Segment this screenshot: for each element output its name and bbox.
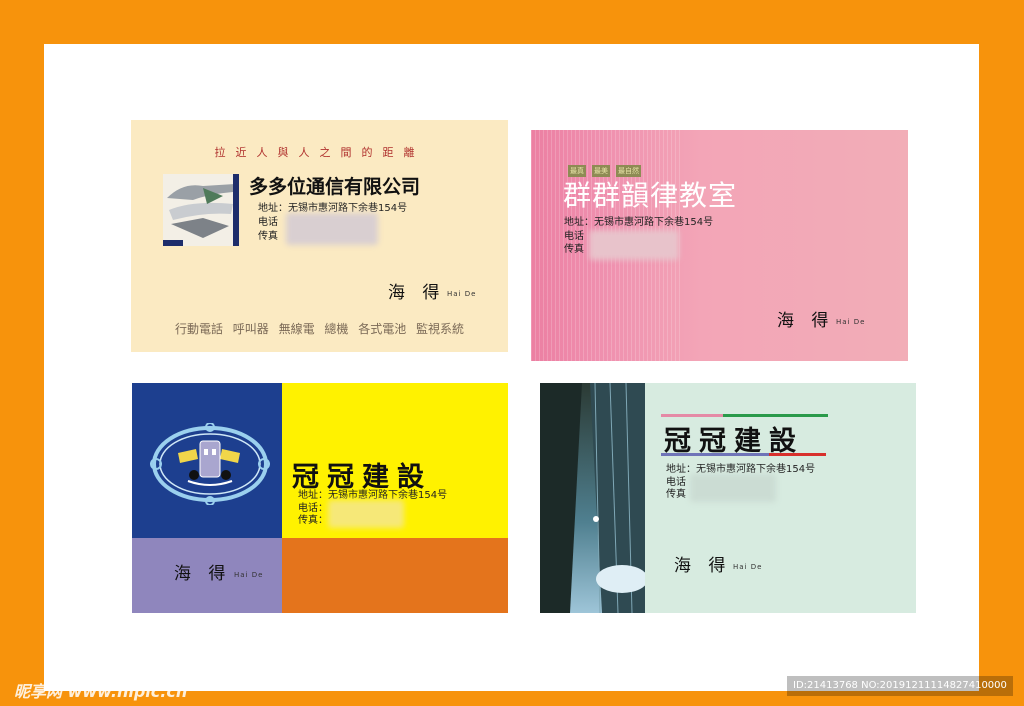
card4-green-rule xyxy=(723,414,828,417)
card4-person-english: Hai De xyxy=(733,563,763,571)
business-card-telecom: 拉近人與人之間的距離 多多位通信有限公司 地址：无锡市惠河路下余巷154号 电话… xyxy=(131,120,508,352)
card4-person-name: 海 得 xyxy=(674,556,732,576)
card1-person-name: 海 得 xyxy=(388,283,446,303)
card2-address: 地址：无锡市惠河路下余巷154号 xyxy=(564,217,714,228)
card4-redacted-numbers xyxy=(690,474,776,502)
card1-fax-label: 传真 xyxy=(258,231,278,242)
card2-school-name: 群群韻律教室 xyxy=(563,179,738,212)
card2-phone-label: 电话 xyxy=(564,231,584,242)
card2-redacted-numbers xyxy=(589,230,679,260)
card1-services: 行動電話 呼叫器 無線電 總機 各式電池 監視系統 xyxy=(174,322,465,336)
card3-redacted-numbers xyxy=(328,500,404,528)
card3-orange-block xyxy=(282,538,508,613)
watermark-site: 昵享网 www.nipic.cn xyxy=(14,682,188,701)
card1-person-english: Hai De xyxy=(447,290,477,298)
card2-fax-label: 传真 xyxy=(564,244,584,255)
card2-person-english: Hai De xyxy=(836,318,866,326)
card1-slogan: 拉近人與人之間的距離 xyxy=(214,146,425,159)
card3-person-name: 海 得 xyxy=(174,564,232,584)
card1-phone-label: 电话 xyxy=(258,217,278,228)
card3-fax-label: 传真： xyxy=(298,515,328,526)
card3-person-english: Hai De xyxy=(234,571,264,579)
card4-blue-rule xyxy=(661,453,771,456)
card3-emblem-icon xyxy=(150,423,270,505)
card4-pink-rule xyxy=(661,414,725,417)
card1-company-name: 多多位通信有限公司 xyxy=(249,176,421,198)
card2-person-name: 海 得 xyxy=(777,311,835,331)
business-card-construction-green: 冠冠建設 地址：无锡市惠河路下余巷154号 电话 传真 海 得 Hai De xyxy=(540,383,916,613)
card4-red-rule xyxy=(769,453,826,456)
card4-fax-label: 传真 xyxy=(666,489,686,500)
card4-building-photo xyxy=(540,383,645,613)
business-card-construction-color: 冠冠建設 地址：无锡市惠河路下余巷154号 电话： 传真： 海 得 Hai De xyxy=(132,383,508,613)
business-card-dance-studio: 最真 最美 最自然 群群韻律教室 地址：无锡市惠河路下余巷154号 电话 传真 海 … xyxy=(531,130,908,361)
card1-redacted-numbers xyxy=(286,213,378,245)
card1-logo-image xyxy=(163,174,239,246)
watermark-id: ID:21413768 NO:20191211114827410000 xyxy=(793,680,1007,691)
